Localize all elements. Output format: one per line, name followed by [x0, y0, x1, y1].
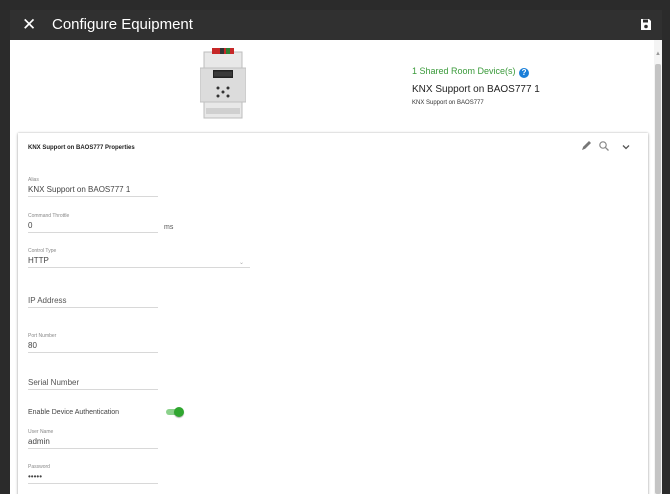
- chevron-down-icon[interactable]: [620, 139, 632, 153]
- window-left-border: [0, 0, 10, 494]
- alias-field[interactable]: Alias KNX Support on BAOS777 1: [28, 177, 158, 197]
- password-field[interactable]: Password •••••: [28, 464, 158, 484]
- alias-label: Alias: [28, 177, 39, 183]
- dialog-title: Configure Equipment: [52, 16, 193, 33]
- properties-card: KNX Support on BAOS777 Properties Alias …: [18, 133, 648, 494]
- search-icon[interactable]: [598, 139, 610, 153]
- user-name-label: User Name: [28, 429, 54, 435]
- vertical-scrollbar[interactable]: ▲: [654, 40, 662, 494]
- device-name: KNX Support on BAOS777 1: [412, 84, 540, 95]
- din-rail-device-image: [200, 48, 246, 119]
- password-input[interactable]: •••••: [28, 471, 158, 484]
- scroll-thumb[interactable]: [655, 64, 661, 494]
- device-subtitle: KNX Support on BAOS777: [412, 100, 484, 106]
- enable-auth-label: Enable Device Authentication: [28, 409, 120, 416]
- shared-room-devices-link[interactable]: 1 Shared Room Device(s) ?: [412, 66, 530, 78]
- user-name-input[interactable]: admin: [28, 436, 158, 449]
- command-throttle-input[interactable]: 0: [28, 220, 158, 233]
- port-number-field[interactable]: Port Number 80: [28, 333, 158, 353]
- command-throttle-label: Command Throttle: [28, 213, 70, 219]
- control-type-select[interactable]: Control Type HTTP ⌄: [28, 248, 250, 268]
- dialog-content: 1 Shared Room Device(s) ? KNX Support on…: [10, 40, 654, 494]
- user-name-field[interactable]: User Name admin: [28, 429, 158, 449]
- enable-auth-toggle[interactable]: [166, 407, 184, 417]
- control-type-label: Control Type: [28, 248, 57, 254]
- scroll-up-icon[interactable]: ▲: [654, 50, 662, 58]
- toggle-knob: [174, 407, 184, 417]
- control-type-value[interactable]: HTTP ⌄: [28, 255, 250, 268]
- properties-title: KNX Support on BAOS777 Properties: [28, 145, 135, 151]
- password-label: Password: [28, 464, 50, 470]
- ip-address-field[interactable]: IP Address: [28, 295, 158, 308]
- command-throttle-unit: ms: [164, 224, 174, 231]
- ip-address-input[interactable]: IP Address: [28, 295, 158, 308]
- help-icon[interactable]: ?: [519, 68, 530, 78]
- edit-icon[interactable]: [580, 139, 592, 153]
- window-right-border: [662, 0, 670, 494]
- alias-input[interactable]: KNX Support on BAOS777 1: [28, 184, 158, 197]
- command-throttle-field[interactable]: Command Throttle 0: [28, 213, 158, 233]
- title-bar: ✕ Configure Equipment: [10, 10, 662, 40]
- port-number-input[interactable]: 80: [28, 340, 158, 353]
- port-number-label: Port Number: [28, 333, 57, 339]
- serial-number-field[interactable]: Serial Number: [28, 377, 158, 390]
- chevron-down-icon: ⌄: [238, 260, 244, 266]
- close-icon[interactable]: ✕: [22, 15, 36, 35]
- save-icon[interactable]: [640, 18, 652, 31]
- control-type-selected: HTTP: [28, 256, 49, 265]
- shared-room-devices-label: 1 Shared Room Device(s): [412, 66, 516, 76]
- serial-number-input[interactable]: Serial Number: [28, 377, 158, 390]
- properties-toolbar: [580, 139, 640, 153]
